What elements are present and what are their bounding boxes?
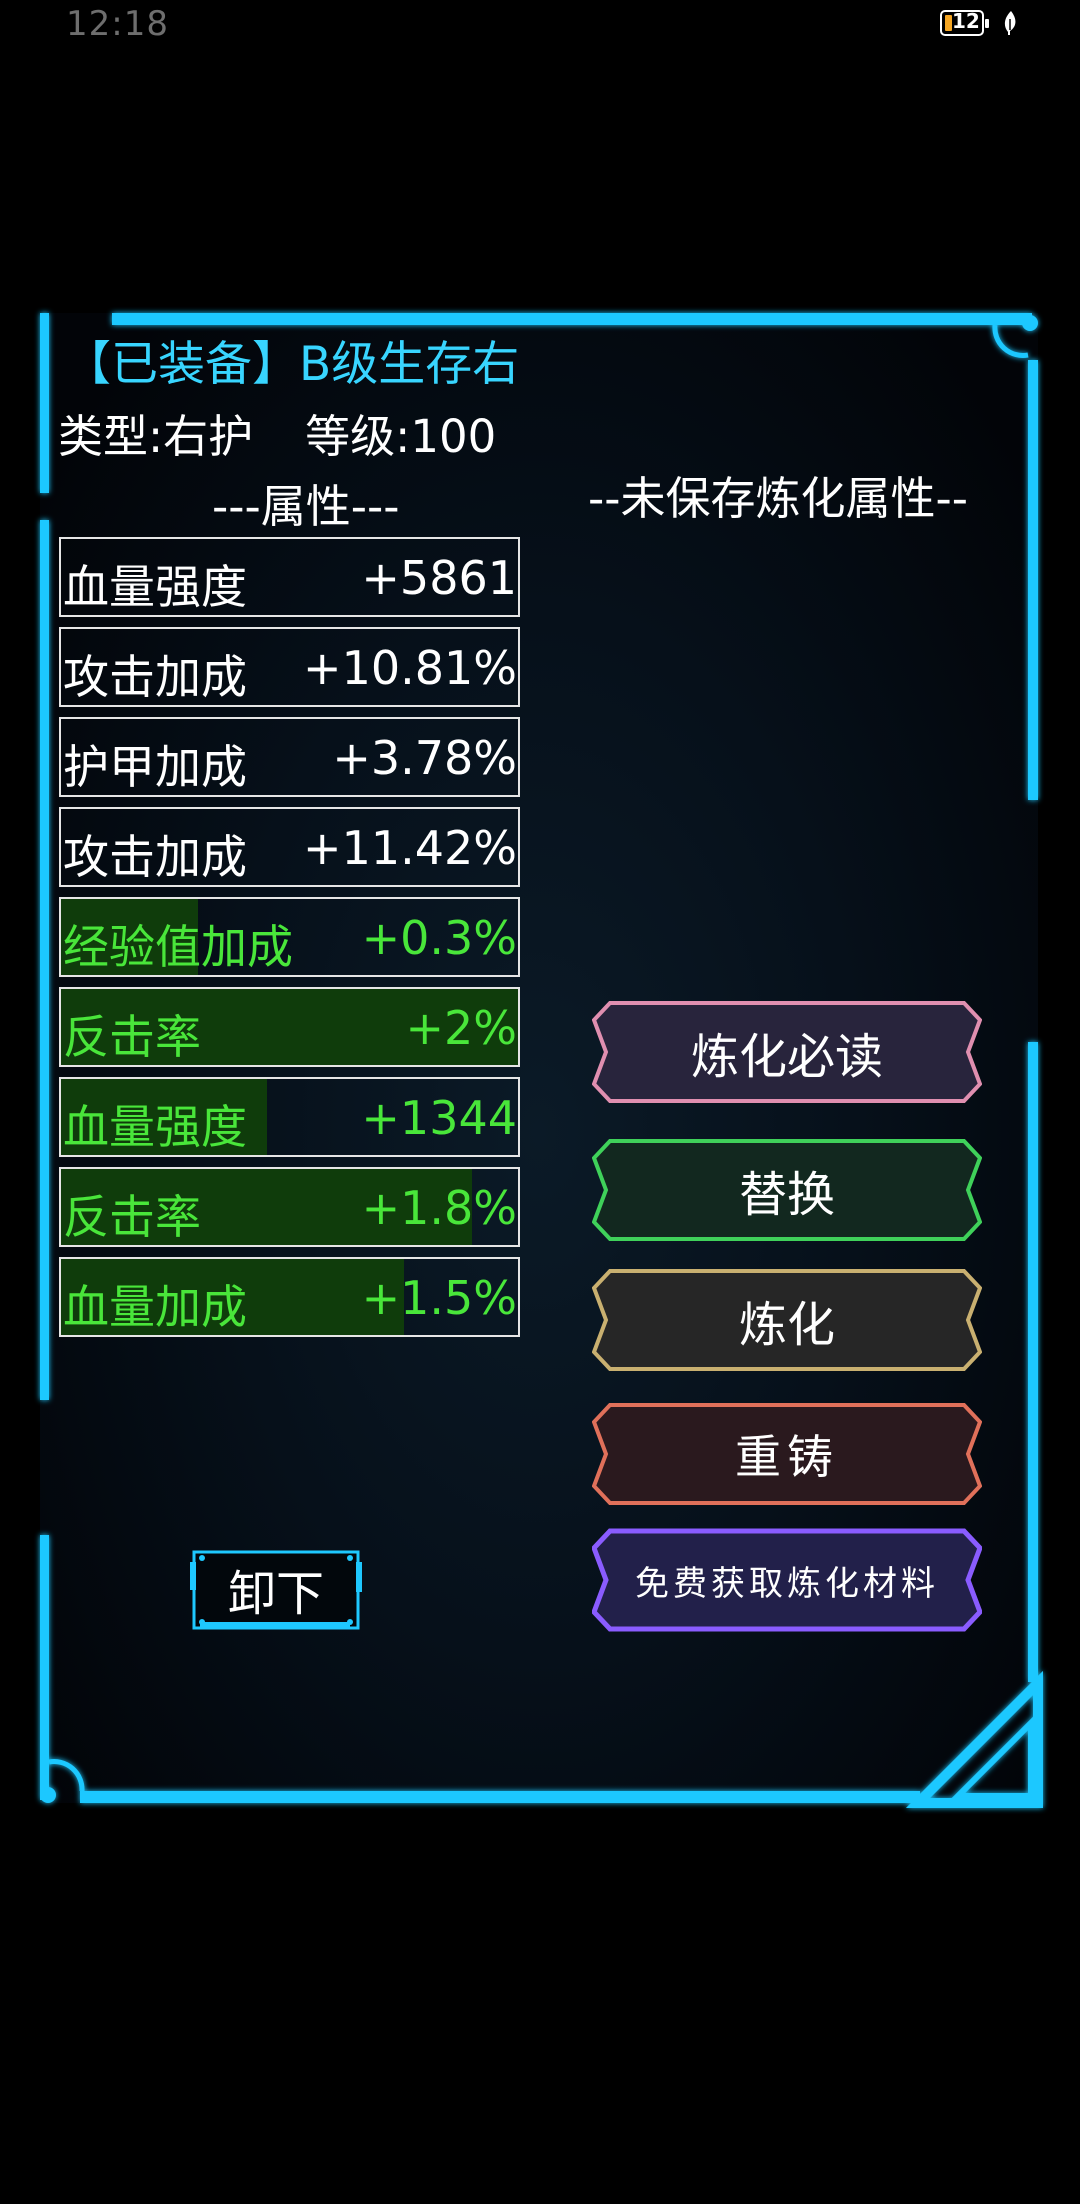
free-materials-button[interactable]: 免费获取炼化材料 bbox=[592, 1528, 982, 1632]
attribute-name: 反击率 bbox=[63, 1010, 201, 1064]
attribute-name: 反击率 bbox=[63, 1190, 201, 1244]
attribute-row: 攻击加成 +11.42% bbox=[59, 807, 520, 887]
attribute-row: 反击率 +2% bbox=[59, 987, 520, 1067]
leaf-icon bbox=[1004, 11, 1016, 35]
unsaved-attributes-heading: --未保存炼化属性-- bbox=[588, 472, 968, 525]
attribute-name: 攻击加成 bbox=[63, 650, 247, 704]
equipment-type: 类型:右护 bbox=[58, 410, 254, 463]
attribute-name: 经验值加成 bbox=[63, 920, 293, 974]
attribute-row: 反击率 +1.8% bbox=[59, 1167, 520, 1247]
attribute-list: 血量强度 +5861 攻击加成 +10.81% 护甲加成 +3.78% 攻击加成 +11… bbox=[59, 537, 520, 1347]
attribute-name: 血量强度 bbox=[63, 1100, 247, 1154]
guide-button[interactable]: 炼化必读 bbox=[592, 1000, 982, 1104]
attribute-value: +1344 bbox=[361, 1091, 517, 1145]
attribute-name: 血量加成 bbox=[63, 1280, 247, 1334]
attribute-name: 血量强度 bbox=[63, 560, 247, 614]
battery-level: 12 bbox=[952, 9, 980, 33]
unequip-button[interactable]: 卸下 bbox=[193, 1549, 359, 1629]
attribute-value: +5861 bbox=[361, 551, 517, 605]
attribute-row: 血量强度 +5861 bbox=[59, 537, 520, 617]
attribute-row: 攻击加成 +10.81% bbox=[59, 627, 520, 707]
attributes-heading: ---属性--- bbox=[212, 480, 400, 533]
attribute-value: +3.78% bbox=[332, 731, 517, 785]
reforge-button[interactable]: 重铸 bbox=[592, 1402, 982, 1506]
attribute-name: 护甲加成 bbox=[63, 740, 247, 794]
attribute-row: 血量强度 +1344 bbox=[59, 1077, 520, 1157]
equipment-level: 等级:100 bbox=[305, 410, 497, 463]
attribute-value: +0.3% bbox=[361, 911, 517, 965]
screen: 12:18 12 【已装备】B级生存右 类型:右护 等级:100 ---属性--… bbox=[0, 0, 1080, 2204]
attribute-row: 护甲加成 +3.78% bbox=[59, 717, 520, 797]
replace-button[interactable]: 替换 bbox=[592, 1138, 982, 1242]
battery-icon: 12 bbox=[940, 9, 989, 36]
attribute-value: +1.8% bbox=[361, 1181, 517, 1235]
refine-button[interactable]: 炼化 bbox=[592, 1268, 982, 1372]
status-time: 12:18 bbox=[66, 4, 169, 44]
attribute-name: 攻击加成 bbox=[63, 830, 247, 884]
attribute-value: +10.81% bbox=[303, 641, 517, 695]
attribute-value: +11.42% bbox=[303, 821, 517, 875]
attribute-value: +2% bbox=[405, 1001, 517, 1055]
attribute-row: 经验值加成 +0.3% bbox=[59, 897, 520, 977]
attribute-row: 血量加成 +1.5% bbox=[59, 1257, 520, 1337]
equipment-meta: 类型:右护 等级:100 bbox=[58, 400, 496, 465]
equipment-title: 【已装备】B级生存右 bbox=[64, 337, 520, 392]
attribute-value: +1.5% bbox=[361, 1271, 517, 1325]
